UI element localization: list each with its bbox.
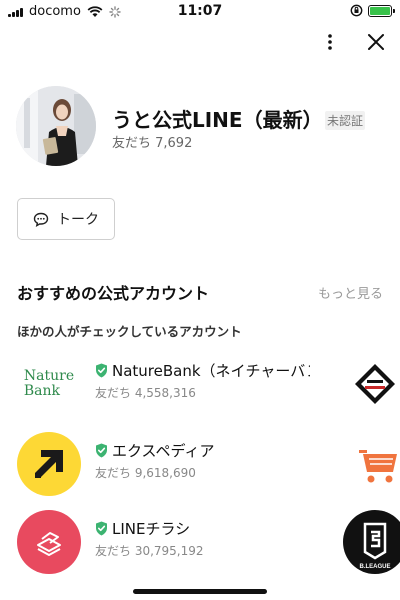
battery-fill — [370, 6, 390, 15]
account-name: エクスペディア — [112, 442, 215, 460]
verified-shield-icon — [96, 443, 107, 458]
battery-icon — [368, 4, 395, 17]
verified-shield-icon — [96, 363, 107, 378]
unverified-badge: 未認証 — [325, 111, 366, 130]
expedia-logo-icon — [17, 432, 81, 496]
account-name-row: エクスペディア — [95, 440, 310, 461]
more-vertical-icon — [328, 34, 332, 50]
recommended-accounts-title: おすすめの公式アカウント — [17, 284, 210, 303]
logo-line-2: Bank — [23, 383, 61, 399]
account-name: うと公式LINE（最新） — [112, 108, 323, 132]
logo-line-1: Nature — [23, 368, 75, 384]
line-chirashi-logo-icon — [17, 510, 81, 574]
recommended-accounts-subtitle: ほかの人がチェックしているアカウント — [17, 324, 242, 339]
account-name-row: NatureBank（ネイチャーバン — [95, 360, 310, 381]
status-bar: docomo 11:07 — [0, 0, 400, 24]
more-options-button[interactable] — [318, 30, 342, 54]
chat-bubble-icon — [33, 212, 49, 227]
ichiban-kuji-mark-icon — [343, 352, 400, 416]
account-name: NatureBank（ネイチャーバン — [112, 362, 310, 380]
expedia-arrow-icon — [35, 450, 63, 478]
ichiban-kuji-logo-icon[interactable] — [343, 352, 400, 416]
account-friend-count: 友だち 30,795,192 — [95, 544, 204, 558]
top-actions — [318, 30, 388, 54]
home-indicator[interactable] — [133, 589, 267, 594]
shopping-cart-logo-icon[interactable] — [343, 432, 400, 496]
close-icon — [368, 34, 384, 50]
list-item[interactable]: LINEチラシ 友だち 30,795,192 — [17, 510, 387, 574]
naturebank-logo-icon: Nature Bank — [17, 352, 81, 416]
friend-count: 友だち 7,692 — [112, 136, 193, 151]
account-friend-count: 友だち 4,558,316 — [95, 386, 196, 400]
account-name: LINEチラシ — [112, 520, 191, 538]
profile-photo — [16, 86, 96, 166]
list-item[interactable]: エクスペディア 友だち 9,618,690 — [17, 432, 387, 496]
talk-button-label: トーク — [57, 212, 99, 228]
b-league-logo-icon[interactable]: B.LEAGUE — [343, 510, 400, 574]
account-name-row: LINEチラシ — [95, 518, 310, 539]
verified-shield-icon — [96, 521, 107, 536]
account-friend-count: 友だち 9,618,690 — [95, 466, 196, 480]
b-league-mark-icon: B.LEAGUE — [343, 510, 400, 574]
status-bar-right — [350, 4, 395, 17]
see-more-link[interactable]: もっと見る — [318, 283, 383, 302]
flyer-stack-icon — [37, 532, 61, 556]
list-item[interactable]: Nature Bank NatureBank（ネイチャーバン 友だち 4,558… — [17, 352, 387, 416]
orientation-lock-icon — [350, 4, 363, 17]
profile-header: うと公式LINE（最新） 未認証 友だち 7,692 — [16, 86, 386, 176]
b-league-text: B.LEAGUE — [359, 564, 390, 570]
avatar[interactable] — [16, 86, 96, 166]
talk-button[interactable]: トーク — [17, 198, 115, 240]
clock: 11:07 — [177, 3, 223, 19]
shopping-cart-icon — [343, 432, 400, 496]
close-button[interactable] — [364, 30, 388, 54]
